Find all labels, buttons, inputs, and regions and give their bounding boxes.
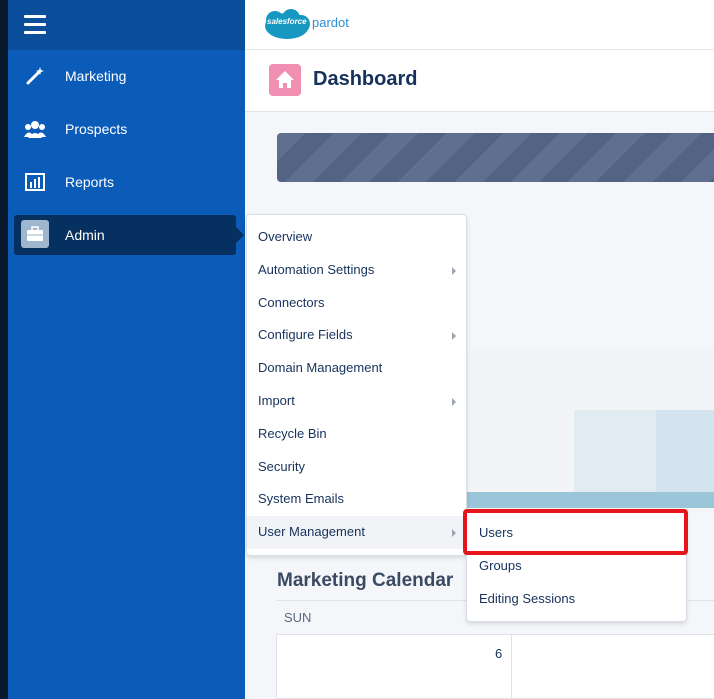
dashboard-banner xyxy=(277,133,714,182)
salesforce-wordmark: salesforce xyxy=(267,17,307,26)
bar-chart-icon xyxy=(25,173,45,191)
menu-item-label: Domain Management xyxy=(258,360,383,375)
people-icon xyxy=(24,121,46,138)
wand-icon xyxy=(26,67,44,85)
calendar-divider xyxy=(511,635,512,699)
submenu-item-editing-sessions[interactable]: Editing Sessions xyxy=(467,583,686,616)
menu-item-label: Recycle Bin xyxy=(258,426,327,441)
menu-item-recycle-bin[interactable]: Recycle Bin xyxy=(247,418,466,451)
hamburger-menu-icon[interactable] xyxy=(24,15,46,35)
menu-item-label: Security xyxy=(258,459,305,474)
sidebar: Marketing Prospects Reports Admin xyxy=(8,0,245,699)
submenu-item-label: Users xyxy=(479,525,513,540)
chart-bar xyxy=(574,410,656,492)
chevron-right-icon xyxy=(452,529,456,537)
chevron-right-icon xyxy=(452,267,456,275)
chart-bar xyxy=(656,410,714,492)
menu-item-label: Automation Settings xyxy=(258,262,375,277)
menu-item-automation-settings[interactable]: Automation Settings xyxy=(247,254,466,287)
top-bar: salesforce pardot xyxy=(245,0,714,50)
menu-item-security[interactable]: Security xyxy=(247,451,466,484)
sidebar-header xyxy=(8,0,245,50)
sidebar-item-label: Reports xyxy=(65,174,115,190)
active-caret xyxy=(236,227,244,243)
sidebar-item-label: Admin xyxy=(65,227,105,243)
chevron-right-icon xyxy=(452,398,456,406)
sidebar-item-label: Prospects xyxy=(65,121,128,137)
user-management-submenu: Users Groups Editing Sessions xyxy=(466,509,687,622)
submenu-item-label: Groups xyxy=(479,558,522,573)
page-header: Dashboard xyxy=(245,50,714,112)
window-edge xyxy=(0,0,8,699)
sidebar-item-label: Marketing xyxy=(65,68,127,84)
menu-item-label: Connectors xyxy=(258,295,325,310)
menu-item-label: System Emails xyxy=(258,491,344,506)
sidebar-item-marketing[interactable]: Marketing xyxy=(14,56,236,96)
menu-item-label: Configure Fields xyxy=(258,327,353,342)
page-title: Dashboard xyxy=(313,68,418,90)
submenu-item-groups[interactable]: Groups xyxy=(467,550,686,583)
menu-item-configure-fields[interactable]: Configure Fields xyxy=(247,319,466,352)
menu-item-label: Overview xyxy=(258,229,313,244)
chevron-right-icon xyxy=(452,332,456,340)
menu-item-connectors[interactable]: Connectors xyxy=(247,287,466,320)
calendar-date[interactable]: 6 xyxy=(495,646,502,661)
menu-item-system-emails[interactable]: System Emails xyxy=(247,483,466,516)
calendar-day-header: SUN xyxy=(284,610,312,625)
calendar-week-row: 6 xyxy=(276,634,714,699)
sidebar-item-prospects[interactable]: Prospects xyxy=(14,109,236,149)
menu-item-overview[interactable]: Overview xyxy=(247,221,466,254)
product-name: pardot xyxy=(312,15,349,30)
admin-dropdown-menu: Overview Automation Settings Connectors … xyxy=(246,214,467,556)
menu-item-user-management[interactable]: User Management xyxy=(247,516,466,549)
menu-item-label: User Management xyxy=(258,524,365,539)
menu-item-import[interactable]: Import xyxy=(247,385,466,418)
menu-item-domain-management[interactable]: Domain Management xyxy=(247,352,466,385)
home-icon xyxy=(269,64,301,96)
submenu-item-label: Editing Sessions xyxy=(479,591,576,606)
chart-bar xyxy=(467,492,714,508)
calendar-title: Marketing Calendar xyxy=(277,570,454,591)
sidebar-item-reports[interactable]: Reports xyxy=(14,162,236,202)
sidebar-item-admin[interactable]: Admin xyxy=(14,215,244,255)
menu-item-label: Import xyxy=(258,393,295,408)
briefcase-icon xyxy=(21,220,49,248)
submenu-item-users[interactable]: Users xyxy=(467,517,686,550)
